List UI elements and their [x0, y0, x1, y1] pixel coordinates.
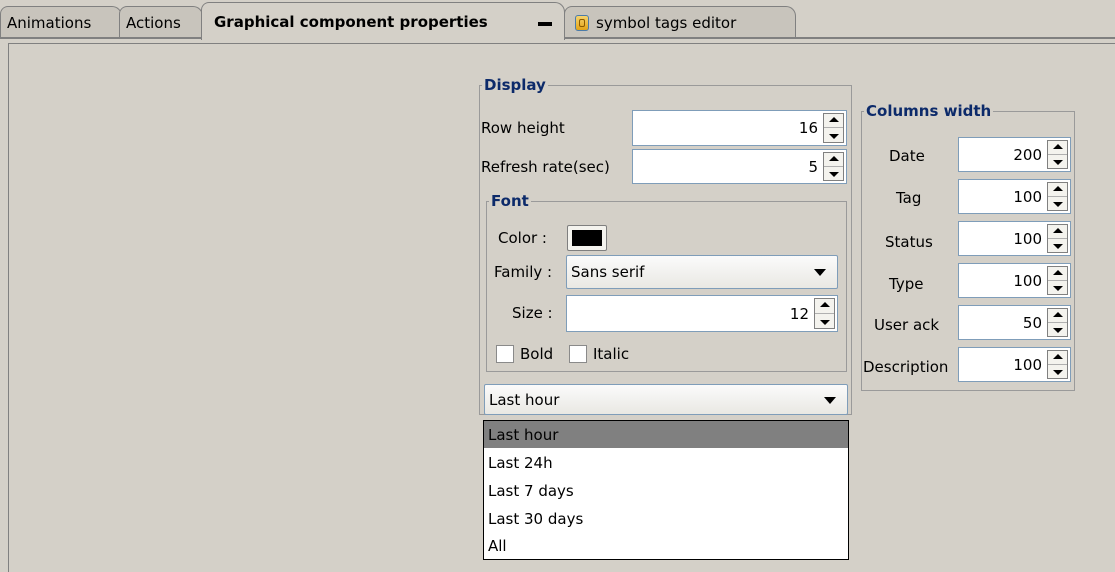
font-size-spinbox[interactable]: 12 — [566, 295, 838, 332]
spin-buttons — [1047, 140, 1068, 169]
column-tag-width-value: 100 — [1013, 187, 1042, 206]
list-item-label: Last hour — [488, 425, 559, 444]
column-type-label: Type — [889, 275, 924, 293]
list-item-label: Last 24h — [488, 453, 553, 472]
column-type-width-value: 100 — [1013, 271, 1042, 290]
font-group-title: Font — [489, 191, 531, 211]
column-tag-label: Tag — [896, 189, 922, 207]
font-family-value: Sans serif — [571, 263, 645, 281]
row-height-spin-buttons — [823, 113, 844, 143]
spin-down-arrow-icon[interactable] — [1048, 155, 1067, 169]
spin-buttons — [1047, 308, 1068, 337]
tab-label: symbol tags editor — [596, 13, 737, 32]
tab-label: Graphical component properties — [214, 12, 488, 31]
tab-strip: Animations Actions Graphical component p… — [0, 0, 1115, 40]
time-range-select[interactable]: Last hour — [484, 384, 848, 415]
family-label: Family : — [494, 263, 553, 281]
spin-down-arrow-icon[interactable] — [1048, 197, 1067, 211]
spin-down-arrow-icon[interactable] — [1048, 365, 1067, 379]
spin-up-arrow-icon[interactable] — [1048, 267, 1067, 281]
row-height-label: Row height — [481, 119, 565, 137]
column-user-ack-width-spinbox[interactable]: 50 — [958, 305, 1071, 340]
chevron-down-icon — [824, 396, 836, 404]
columns-width-group-title: Columns width — [864, 101, 994, 121]
font-size-spin-buttons — [814, 298, 835, 329]
list-item[interactable]: All — [484, 532, 848, 559]
spin-buttons — [1047, 350, 1068, 379]
column-user-ack-label: User ack — [874, 316, 940, 334]
spin-buttons — [1047, 266, 1068, 295]
row-height-spinbox[interactable]: 16 — [632, 110, 847, 146]
spin-up-arrow-icon[interactable] — [824, 153, 843, 167]
spin-down-arrow-icon[interactable] — [824, 167, 843, 181]
list-item[interactable]: Last 30 days — [484, 505, 848, 532]
column-date-label: Date — [889, 147, 925, 165]
spin-up-arrow-icon[interactable] — [1048, 225, 1067, 239]
tab-symbol-tags-editor[interactable]: symbol tags editor — [564, 6, 796, 38]
spin-down-arrow-icon[interactable] — [1048, 323, 1067, 337]
column-date-width-value: 200 — [1013, 145, 1042, 164]
column-status-width-spinbox[interactable]: 100 — [958, 221, 1071, 256]
time-range-value: Last hour — [489, 390, 560, 409]
spin-up-arrow-icon[interactable] — [1048, 309, 1067, 323]
font-size-value: 12 — [789, 304, 809, 323]
time-range-dropdown-list: Last hour Last 24h Last 7 days Last 30 d… — [483, 420, 849, 560]
color-label: Color : — [498, 229, 547, 247]
list-item-label: Last 7 days — [488, 481, 574, 500]
column-status-width-value: 100 — [1013, 229, 1042, 248]
column-type-width-spinbox[interactable]: 100 — [958, 263, 1071, 298]
column-status-label: Status — [885, 233, 933, 251]
list-item[interactable]: Last 24h — [484, 449, 848, 476]
column-description-label: Description — [863, 358, 949, 376]
spin-down-arrow-icon[interactable] — [1048, 281, 1067, 295]
italic-checkbox[interactable] — [569, 345, 587, 363]
row-height-value: 16 — [798, 119, 818, 137]
column-tag-width-spinbox[interactable]: 100 — [958, 179, 1071, 214]
refresh-rate-value: 5 — [808, 157, 818, 176]
size-label: Size : — [512, 304, 553, 322]
spin-down-arrow-icon[interactable] — [1048, 239, 1067, 253]
refresh-rate-spin-buttons — [823, 152, 844, 181]
tab-animations[interactable]: Animations — [0, 6, 122, 38]
bold-label: Bold — [520, 345, 554, 363]
spin-buttons — [1047, 224, 1068, 253]
tab-actions[interactable]: Actions — [119, 6, 203, 38]
column-description-width-spinbox[interactable]: 100 — [958, 347, 1071, 382]
database-icon — [575, 14, 589, 31]
column-description-width-value: 100 — [1013, 355, 1042, 374]
list-item[interactable]: Last 7 days — [484, 477, 848, 504]
list-item[interactable]: Last hour — [484, 421, 848, 448]
spin-up-arrow-icon[interactable] — [824, 114, 843, 128]
color-picker-button[interactable] — [567, 225, 607, 251]
spin-down-arrow-icon[interactable] — [824, 128, 843, 142]
column-date-width-spinbox[interactable]: 200 — [958, 137, 1071, 172]
minimize-icon[interactable] — [538, 22, 552, 26]
list-item-label: All — [488, 536, 507, 555]
color-swatch — [572, 230, 602, 246]
spin-up-arrow-icon[interactable] — [1048, 183, 1067, 197]
refresh-rate-label: Refresh rate(sec) — [481, 158, 610, 176]
bold-checkbox[interactable] — [496, 345, 514, 363]
spin-down-arrow-icon[interactable] — [815, 314, 834, 329]
chevron-down-icon — [814, 269, 826, 276]
tab-label: Animations — [7, 13, 92, 32]
spin-up-arrow-icon[interactable] — [1048, 351, 1067, 365]
spin-up-arrow-icon[interactable] — [1048, 141, 1067, 155]
spin-buttons — [1047, 182, 1068, 211]
italic-label: Italic — [593, 345, 630, 363]
display-group-title: Display — [482, 75, 548, 95]
tab-label: Actions — [126, 13, 181, 32]
list-item-label: Last 30 days — [488, 509, 584, 528]
refresh-rate-spinbox[interactable]: 5 — [632, 149, 847, 184]
font-family-select[interactable]: Sans serif — [566, 255, 838, 289]
column-user-ack-width-value: 50 — [1022, 313, 1042, 332]
spin-up-arrow-icon[interactable] — [815, 299, 834, 314]
tab-graphical-component-properties[interactable]: Graphical component properties — [201, 2, 565, 40]
